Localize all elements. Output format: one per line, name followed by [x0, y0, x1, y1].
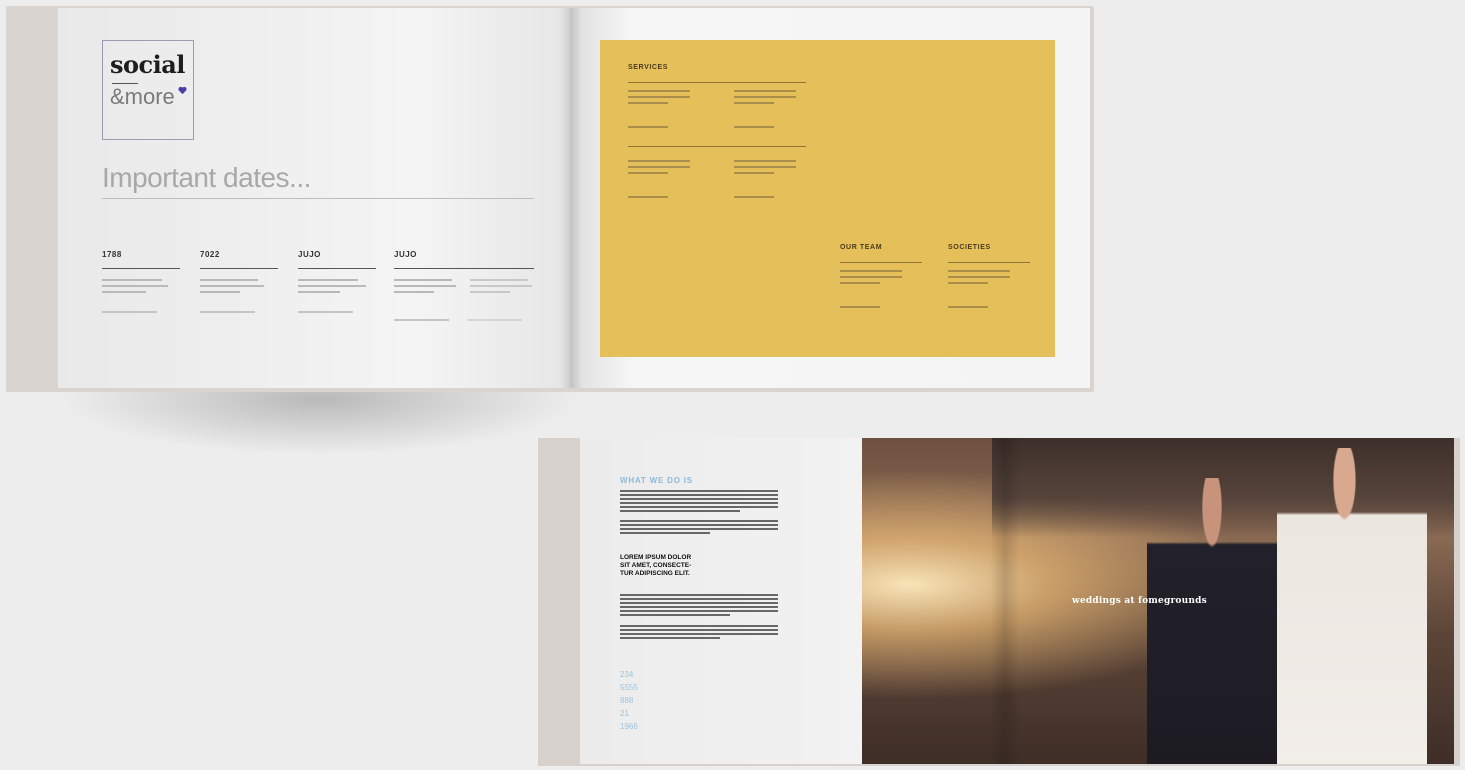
wedding-photo: weddings at fomegrounds [862, 438, 1454, 764]
placeholder-text-lines [628, 160, 690, 178]
heart-icon [178, 86, 187, 95]
section-divider [628, 146, 806, 147]
placeholder-text-lines [734, 160, 796, 178]
section-divider [628, 82, 806, 83]
body-paragraph [620, 520, 778, 536]
photo-bride [1277, 448, 1427, 764]
section-divider [948, 262, 1030, 263]
placeholder-text-lines [394, 279, 534, 301]
placeholder-text-lines [734, 90, 796, 108]
placeholder-date-line [734, 126, 796, 132]
logo-text-more: &more [110, 84, 175, 109]
placeholder-date-line [840, 306, 902, 312]
bold-line: SIT AMET, CONSECTE- [620, 562, 692, 569]
logo-text-social: social [110, 50, 185, 79]
date-column: JUJO [394, 250, 534, 321]
section-label: SERVICES [628, 64, 669, 71]
bold-line: TUR ADIPISCING ELIT. [620, 570, 690, 577]
placeholder-text-lines [200, 279, 278, 293]
date-heading: 1788 [102, 250, 122, 259]
highlight-number: 888 [620, 696, 634, 705]
date-heading: JUJO [394, 250, 417, 259]
body-paragraph [620, 490, 778, 514]
date-column: JUJO [298, 250, 376, 313]
date-divider [200, 268, 278, 269]
placeholder-date-line [298, 311, 353, 313]
placeholder-text-lines [298, 279, 376, 293]
placeholder-text-lines [840, 270, 902, 288]
date-column: 1788 [102, 250, 180, 313]
section-label: SOCIETIES [948, 244, 991, 251]
highlight-number: 1966 [620, 722, 638, 731]
section-title: WHAT WE DO IS [620, 476, 693, 485]
date-heading: 7022 [200, 250, 220, 259]
placeholder-text-lines [628, 90, 690, 108]
date-divider [394, 268, 534, 269]
placeholder-date-line [200, 311, 255, 313]
booklet-shadow [60, 385, 580, 455]
photo-caption: weddings at fomegrounds [1072, 596, 1207, 606]
date-column: 7022 [200, 250, 278, 313]
placeholder-date-line [948, 306, 1010, 312]
date-divider [102, 268, 180, 269]
placeholder-text-lines [102, 279, 180, 293]
date-divider [298, 268, 376, 269]
section-divider [840, 262, 922, 263]
placeholder-text-lines [948, 270, 1010, 288]
placeholder-date-line [467, 319, 522, 321]
highlight-number: 21 [620, 709, 629, 718]
section-label: OUR TEAM [840, 244, 883, 251]
placeholder-date-line [734, 196, 796, 202]
body-paragraph [620, 594, 778, 618]
placeholder-date-line [628, 126, 690, 132]
yellow-panel: SERVICES OUR TEAM SOCIETIES [600, 40, 1055, 357]
date-heading: JUJO [298, 250, 321, 259]
bold-statement: LOREM IPSUM DOLOR SIT AMET, CONSECTE- TU… [620, 554, 691, 578]
bottom-booklet-spine [990, 438, 1020, 764]
top-booklet-spine [560, 8, 582, 388]
placeholder-date-line [394, 319, 449, 321]
highlight-number: 5555 [620, 683, 638, 692]
title-divider [102, 198, 534, 199]
photo-groom [1147, 478, 1277, 764]
bold-line: LOREM IPSUM DOLOR [620, 554, 692, 561]
body-paragraph [620, 625, 778, 641]
placeholder-date-line [628, 196, 690, 202]
placeholder-date-line [102, 311, 157, 313]
important-dates-title: Important dates... [102, 162, 311, 193]
highlight-number: 234 [620, 670, 634, 679]
